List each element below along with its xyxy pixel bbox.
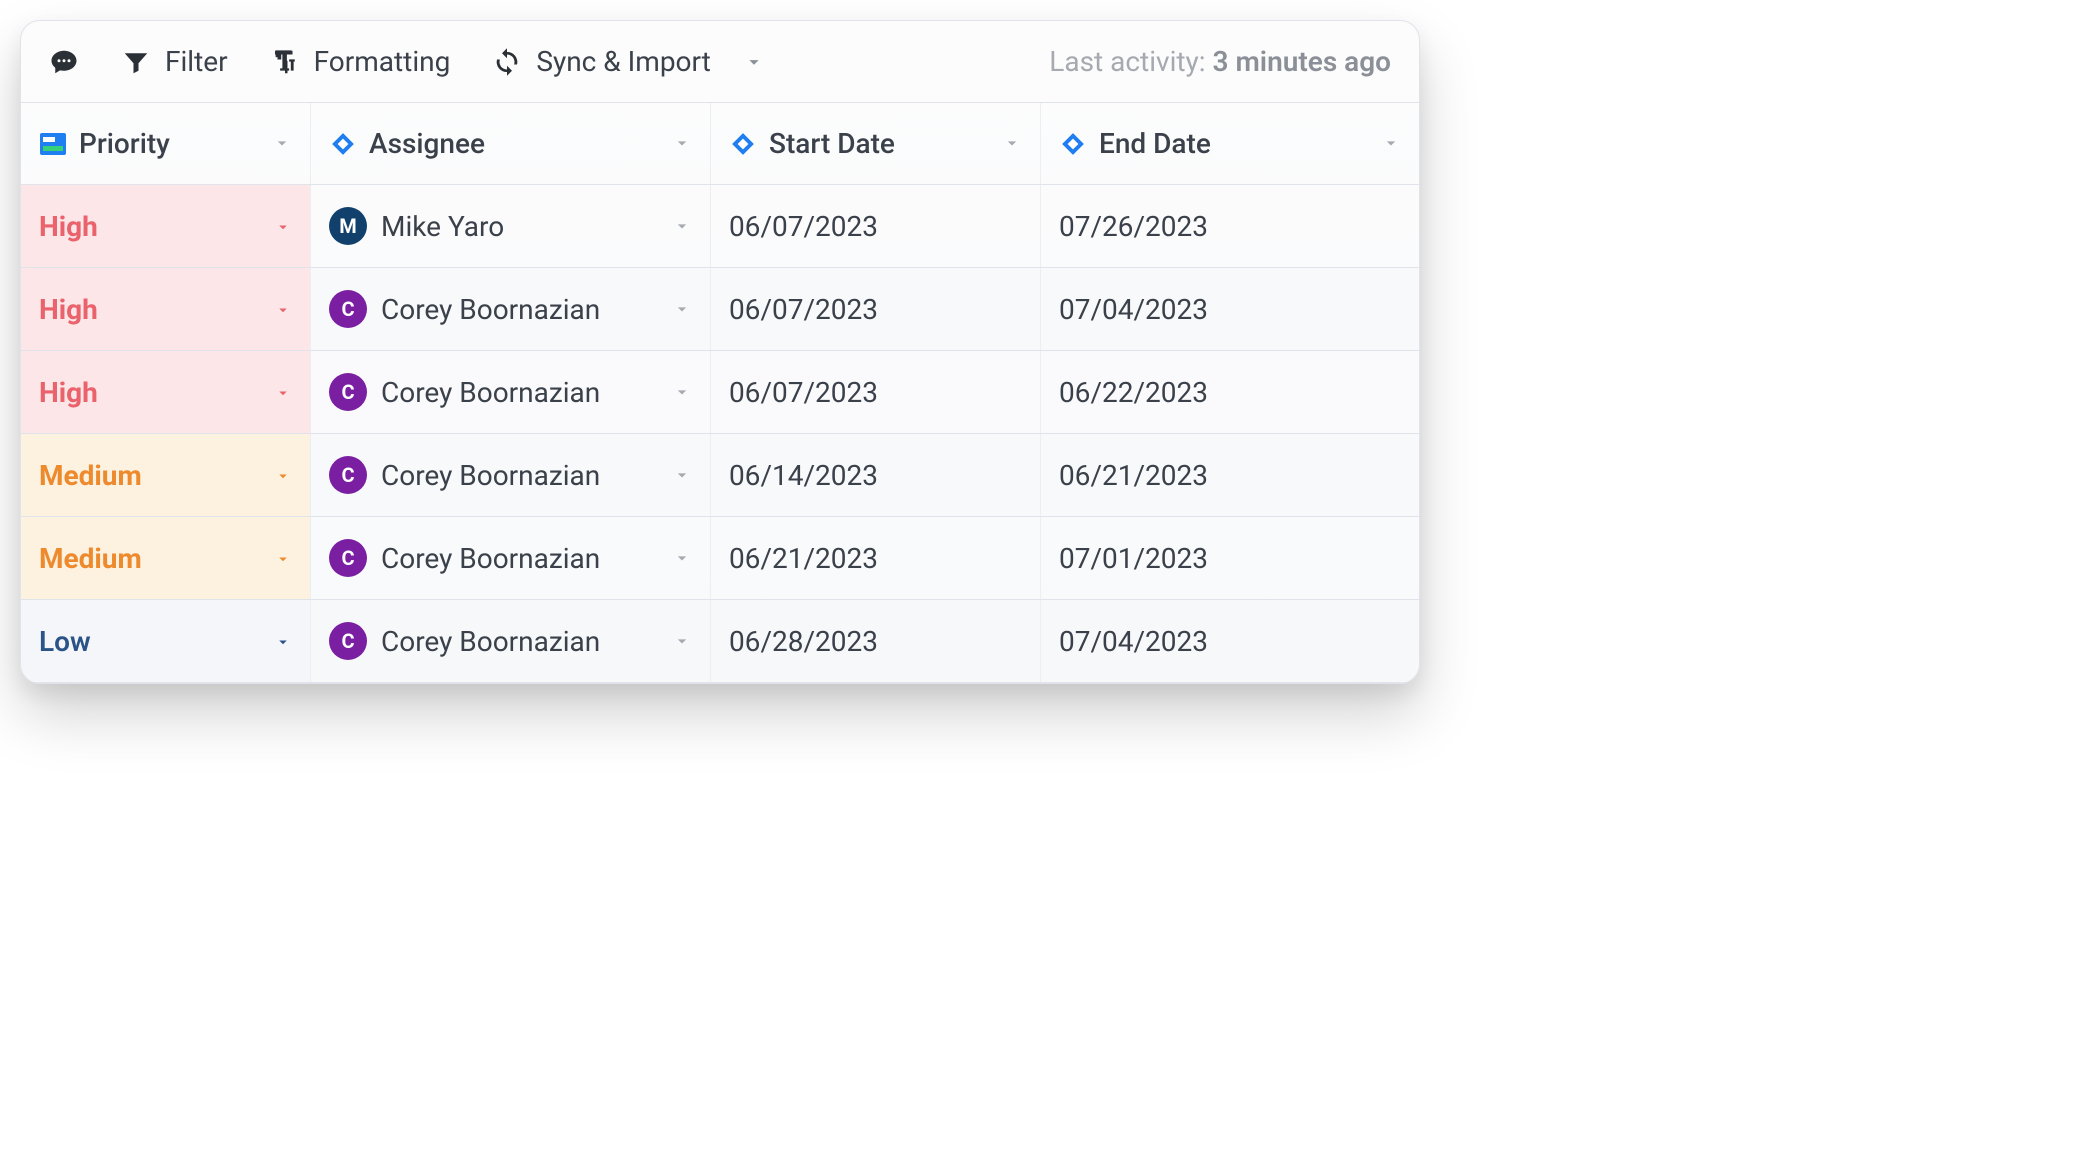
chevron-down-icon — [1381, 127, 1401, 160]
assignee-cell[interactable]: C Corey Boornazian — [311, 434, 711, 516]
caret-down-icon — [672, 210, 692, 243]
end-date-cell[interactable]: 07/01/2023 — [1041, 517, 1419, 599]
priority-cell[interactable]: High — [21, 268, 311, 350]
caret-down-icon — [672, 542, 692, 575]
sync-icon — [492, 47, 522, 77]
table-row: High C Corey Boornazian 06/07/202306/22/202… — [21, 351, 1419, 434]
diamond-icon — [1059, 130, 1087, 158]
table-row: Medium C Corey Boornazian 06/21/202307/01/2… — [21, 517, 1419, 600]
assignee-name: Mike Yaro — [381, 210, 658, 243]
priority-column-icon — [39, 130, 67, 158]
caret-down-icon — [274, 542, 292, 575]
diamond-icon — [729, 130, 757, 158]
sync-import-dropdown[interactable] — [743, 51, 765, 73]
column-header-priority[interactable]: Priority — [21, 103, 311, 184]
priority-cell[interactable]: High — [21, 351, 311, 433]
formatting-label: Formatting — [314, 45, 451, 78]
priority-label: High — [39, 293, 98, 326]
caret-down-icon — [274, 376, 292, 409]
caret-down-icon — [672, 376, 692, 409]
column-header-priority-label: Priority — [79, 127, 260, 160]
assignee-name: Corey Boornazian — [381, 625, 658, 658]
assignee-cell[interactable]: C Corey Boornazian — [311, 600, 711, 682]
avatar: C — [329, 539, 367, 577]
diamond-icon — [329, 130, 357, 158]
avatar: C — [329, 456, 367, 494]
avatar: M — [329, 207, 367, 245]
caret-down-icon — [274, 625, 292, 658]
start-date-cell[interactable]: 06/07/2023 — [711, 351, 1041, 433]
priority-label: Low — [39, 625, 91, 658]
avatar: C — [329, 373, 367, 411]
avatar: C — [329, 290, 367, 328]
column-header-assignee-label: Assignee — [369, 127, 660, 160]
start-date-cell[interactable]: 06/14/2023 — [711, 434, 1041, 516]
caret-down-icon — [274, 459, 292, 492]
column-header-end-date[interactable]: End Date — [1041, 103, 1419, 184]
comments-button[interactable] — [49, 47, 79, 77]
start-date-cell[interactable]: 06/07/2023 — [711, 268, 1041, 350]
assignee-name: Corey Boornazian — [381, 293, 658, 326]
end-date-cell[interactable]: 07/04/2023 — [1041, 268, 1419, 350]
caret-down-icon — [274, 293, 292, 326]
toolbar: Filter Formatting Sync & Import Last act… — [21, 21, 1419, 103]
last-activity: Last activity: 3 minutes ago — [1049, 45, 1391, 78]
comments-icon — [49, 47, 79, 77]
priority-cell[interactable]: Medium — [21, 434, 311, 516]
priority-label: High — [39, 376, 98, 409]
caret-down-icon — [672, 293, 692, 326]
start-date-cell[interactable]: 06/21/2023 — [711, 517, 1041, 599]
start-date-cell[interactable]: 06/07/2023 — [711, 185, 1041, 267]
chevron-down-icon — [272, 127, 292, 160]
column-header-assignee[interactable]: Assignee — [311, 103, 711, 184]
last-activity-value: 3 minutes ago — [1213, 45, 1391, 78]
caret-down-icon — [672, 459, 692, 492]
priority-cell[interactable]: High — [21, 185, 311, 267]
column-header-start-date[interactable]: Start Date — [711, 103, 1041, 184]
end-date-cell[interactable]: 06/22/2023 — [1041, 351, 1419, 433]
assignee-name: Corey Boornazian — [381, 542, 658, 575]
column-header-end-date-label: End Date — [1099, 127, 1369, 160]
end-date-cell[interactable]: 06/21/2023 — [1041, 434, 1419, 516]
start-date-cell[interactable]: 06/28/2023 — [711, 600, 1041, 682]
filter-button[interactable]: Filter — [121, 45, 228, 78]
sync-import-button[interactable]: Sync & Import — [492, 45, 711, 78]
table-window: Filter Formatting Sync & Import Last act… — [20, 20, 1420, 684]
assignee-cell[interactable]: M Mike Yaro — [311, 185, 711, 267]
priority-label: High — [39, 210, 98, 243]
avatar: C — [329, 622, 367, 660]
caret-down-icon — [672, 625, 692, 658]
table-header: Priority Assignee Start Date End Date — [21, 103, 1419, 185]
caret-down-icon — [274, 210, 292, 243]
priority-label: Medium — [39, 459, 142, 492]
formatting-icon — [270, 47, 300, 77]
table-row: High M Mike Yaro 06/07/202307/26/2023 — [21, 185, 1419, 268]
assignee-cell[interactable]: C Corey Boornazian — [311, 351, 711, 433]
assignee-name: Corey Boornazian — [381, 459, 658, 492]
formatting-button[interactable]: Formatting — [270, 45, 451, 78]
table-row: Medium C Corey Boornazian 06/14/202306/21/2… — [21, 434, 1419, 517]
assignee-cell[interactable]: C Corey Boornazian — [311, 268, 711, 350]
filter-label: Filter — [165, 45, 228, 78]
priority-label: Medium — [39, 542, 142, 575]
priority-cell[interactable]: Medium — [21, 517, 311, 599]
assignee-cell[interactable]: C Corey Boornazian — [311, 517, 711, 599]
priority-cell[interactable]: Low — [21, 600, 311, 682]
table-row: Low C Corey Boornazian 06/28/202307/04/2023 — [21, 600, 1419, 683]
filter-icon — [121, 47, 151, 77]
chevron-down-icon — [672, 127, 692, 160]
chevron-down-icon — [1002, 127, 1022, 160]
table-row: High C Corey Boornazian 06/07/202307/04/202… — [21, 268, 1419, 351]
sync-import-label: Sync & Import — [536, 45, 711, 78]
last-activity-prefix: Last activity: — [1049, 45, 1212, 78]
end-date-cell[interactable]: 07/26/2023 — [1041, 185, 1419, 267]
assignee-name: Corey Boornazian — [381, 376, 658, 409]
end-date-cell[interactable]: 07/04/2023 — [1041, 600, 1419, 682]
column-header-start-date-label: Start Date — [769, 127, 990, 160]
table-body: HighMMike Yaro06/07/202307/26/2023HighCC… — [21, 185, 1419, 683]
